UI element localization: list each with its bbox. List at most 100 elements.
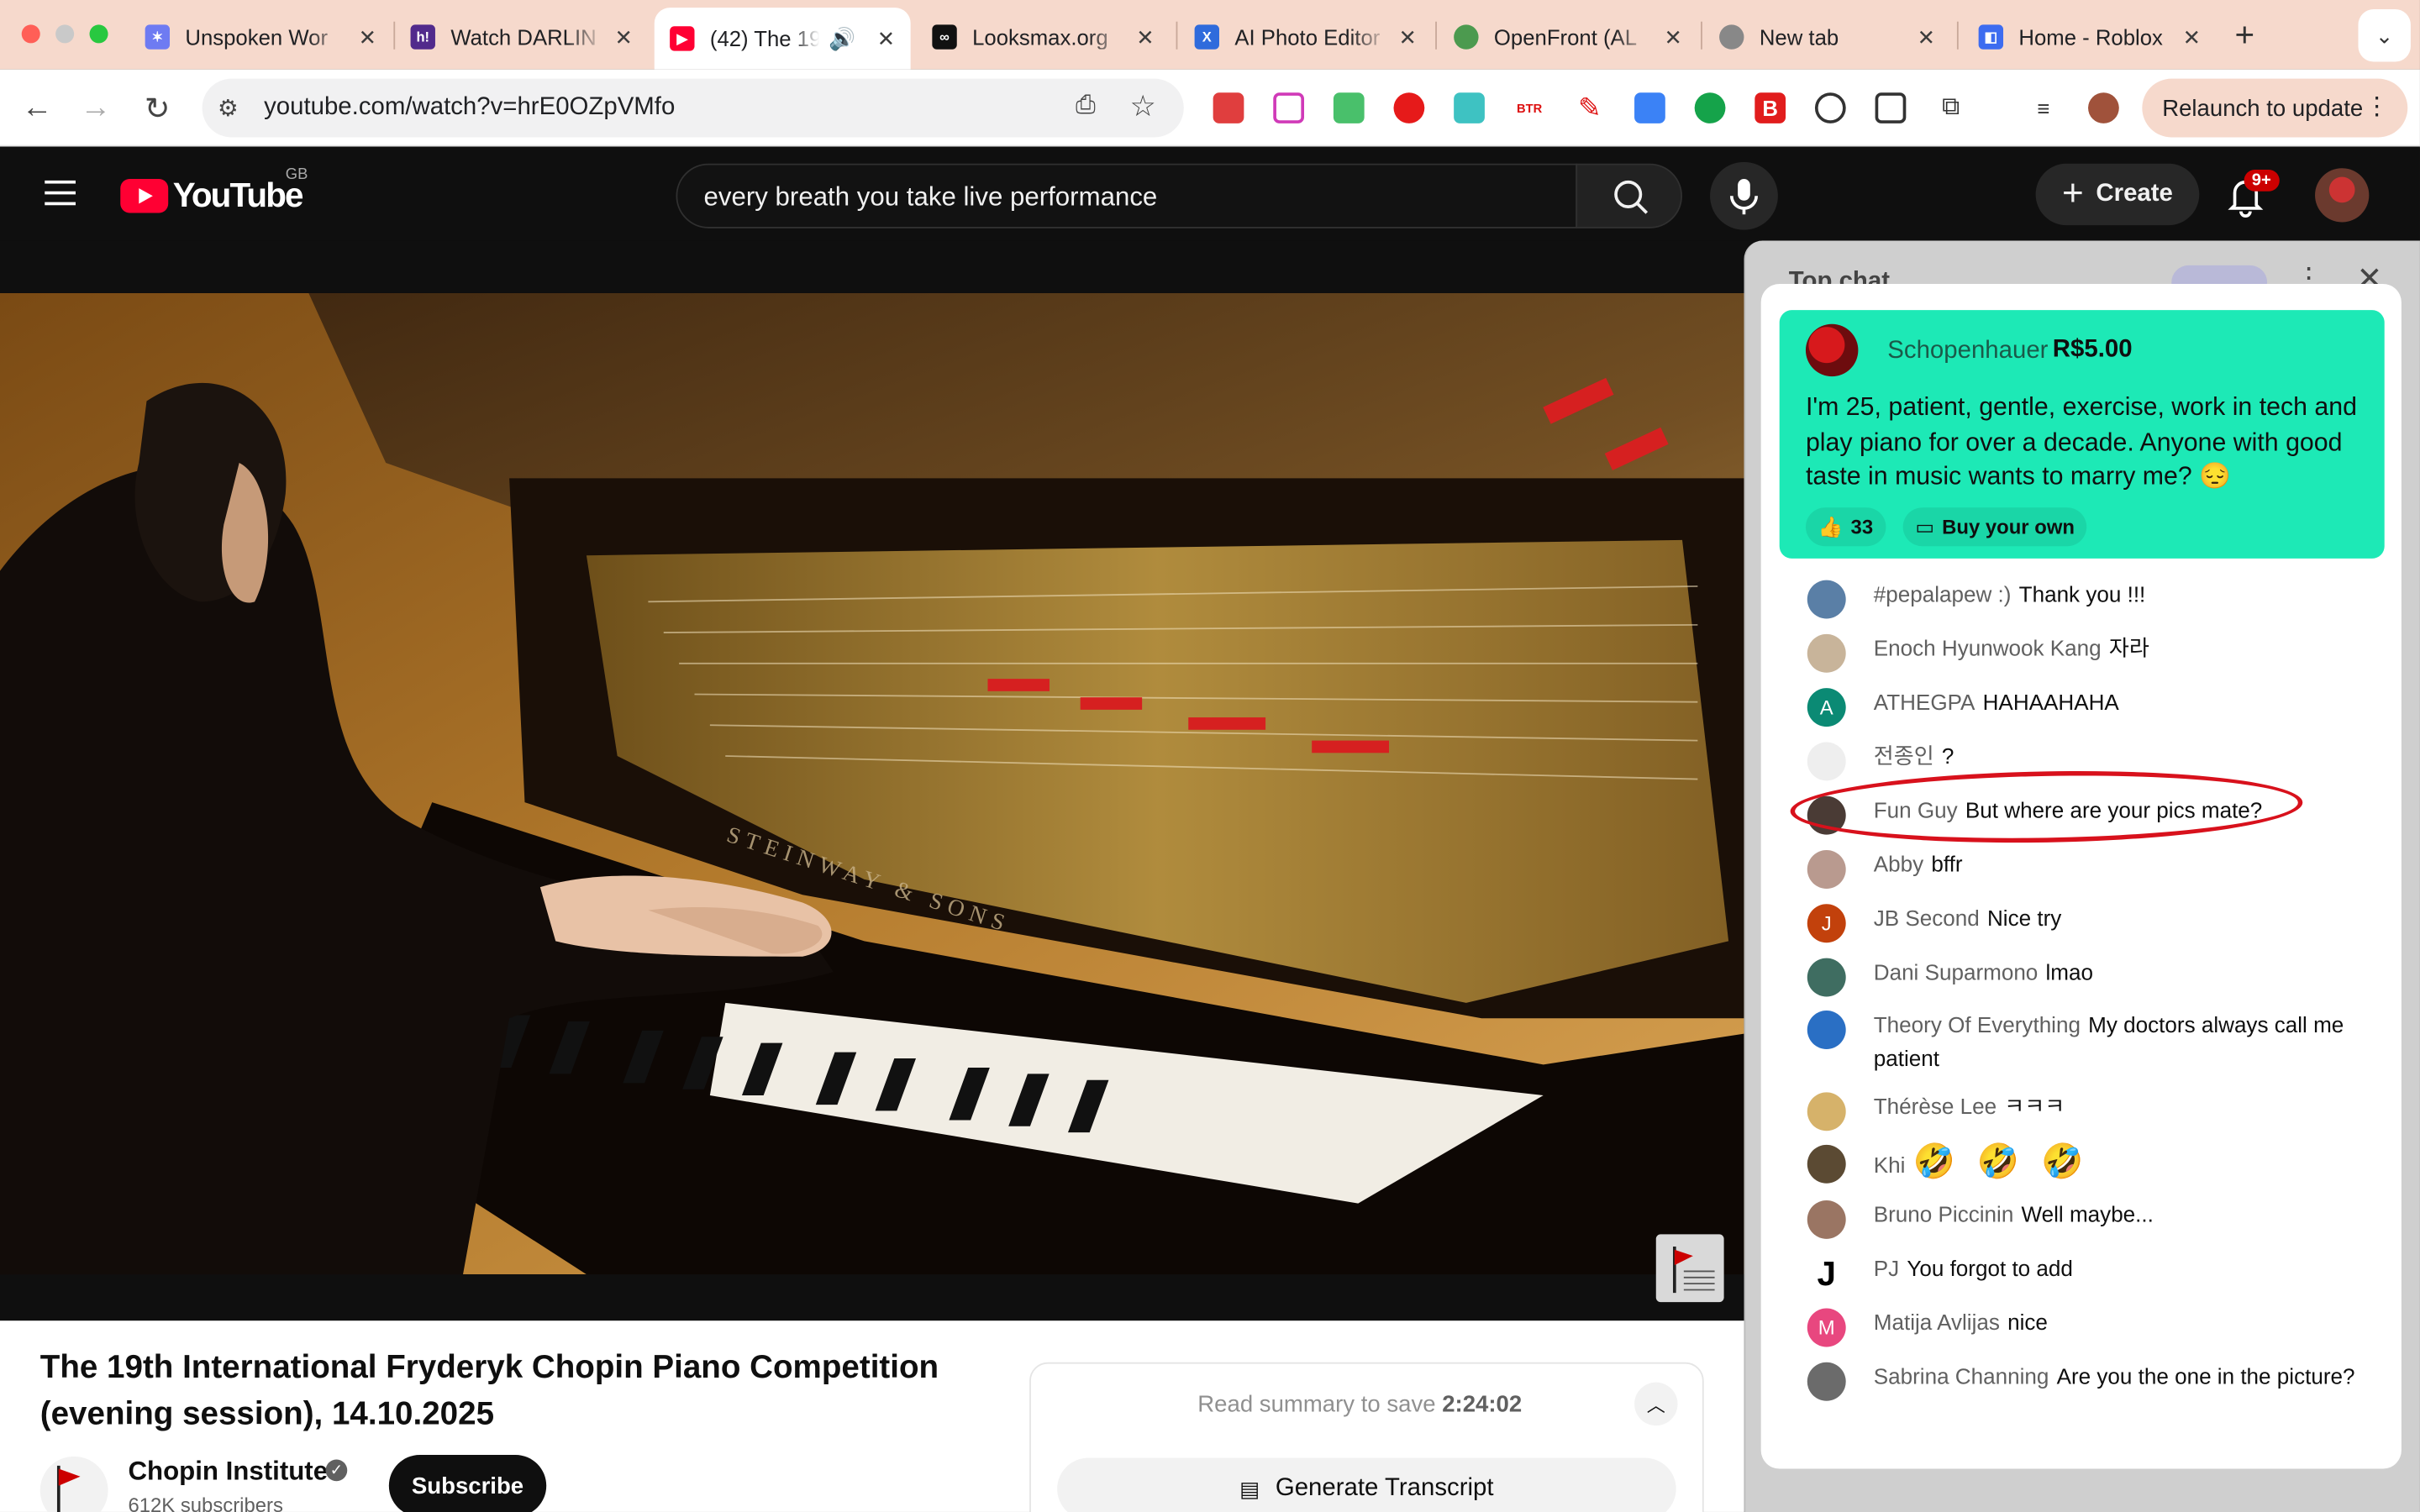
site-info-icon[interactable]: ⚙	[218, 94, 239, 122]
close-tab-icon[interactable]: ✕	[1136, 24, 1155, 50]
chat-avatar[interactable]	[1807, 1092, 1846, 1131]
close-tab-icon[interactable]: ✕	[359, 24, 377, 50]
close-window-button[interactable]	[21, 24, 40, 44]
extension-b-icon[interactable]: B	[1754, 92, 1786, 123]
chat-avatar[interactable]: A	[1807, 688, 1846, 727]
browser-tab[interactable]: ◧ Home - Roblox ✕	[1963, 9, 2216, 65]
more-vert-icon[interactable]: ⋮	[2365, 91, 2389, 122]
extension-face-icon[interactable]	[1454, 92, 1485, 123]
chat-avatar[interactable]	[1807, 1011, 1846, 1049]
chat-avatar[interactable]	[1807, 850, 1846, 889]
browser-tab[interactable]: New tab ✕	[1704, 9, 1951, 65]
chat-author[interactable]: Dani Suparmono	[1874, 961, 2039, 985]
browser-toolbar: ← → ↻ ⚙ youtube.com/watch?v=hrE0OZpVMfo …	[0, 69, 2420, 147]
install-app-icon[interactable]: ⎙	[1076, 92, 1096, 120]
search-input[interactable]: every breath you take live performance	[676, 163, 1578, 228]
zoom-window-button[interactable]	[89, 24, 108, 44]
reload-icon[interactable]: ↻	[137, 88, 177, 129]
generate-transcript-button[interactable]: ▤ Generate Transcript	[1057, 1457, 1676, 1512]
minimize-window-button[interactable]	[55, 24, 75, 44]
chat-avatar[interactable]	[1807, 580, 1846, 619]
like-button[interactable]: 👍 33	[1805, 507, 1886, 547]
account-avatar[interactable]	[2315, 168, 2370, 223]
chat-author[interactable]: Thérèse Lee	[1874, 1095, 1996, 1120]
chat-author[interactable]: JB Second	[1874, 907, 1980, 932]
chat-author[interactable]: Theory Of Everything	[1874, 1014, 2081, 1038]
transcript-label: Generate Transcript	[1275, 1474, 1494, 1502]
chat-author[interactable]: Abby	[1874, 853, 1923, 878]
close-tab-icon[interactable]: ✕	[1399, 24, 1418, 50]
extensions-puzzle-icon[interactable]: ⧉	[1935, 92, 1966, 123]
chat-avatar[interactable]	[1807, 742, 1846, 781]
superchat-avatar[interactable]	[1805, 323, 1859, 377]
extension-grammarly-icon[interactable]	[1694, 92, 1726, 123]
browser-tab[interactable]: h! Watch DARLIN ✕	[395, 9, 648, 65]
close-tab-icon[interactable]: ✕	[1918, 24, 1936, 50]
buy-your-own-button[interactable]: ▭ Buy your own	[1902, 507, 2087, 547]
close-tab-icon[interactable]: ✕	[2183, 24, 2202, 50]
extension-chat-icon[interactable]	[1634, 92, 1665, 123]
extension-btr-icon[interactable]: BTR	[1513, 92, 1545, 123]
chat-avatar[interactable]	[1807, 1200, 1846, 1239]
tab-search-chevron-icon[interactable]: ⌄	[2358, 9, 2411, 62]
chat-author[interactable]: Bruno Piccinin	[1874, 1204, 2014, 1228]
chat-message: Sabrina Channing Are you the one in the p…	[1807, 1362, 2379, 1401]
chat-author[interactable]: PJ	[1874, 1257, 1899, 1282]
chat-avatar[interactable]	[1807, 633, 1846, 673]
chat-avatar[interactable]: J	[1807, 904, 1846, 943]
bookmark-star-icon[interactable]: ☆	[1129, 90, 1155, 125]
chat-avatar[interactable]	[1807, 1362, 1846, 1401]
video-player[interactable]: STEINWAY & SONS	[0, 292, 1744, 1275]
address-bar[interactable]: ⚙ youtube.com/watch?v=hrE0OZpVMfo ⎙ ☆	[202, 78, 1184, 138]
browser-tab[interactable]: X AI Photo Editor ✕	[1179, 9, 1432, 65]
relaunch-button[interactable]: Relaunch to update ⋮	[2142, 78, 2408, 138]
chat-author[interactable]: Enoch Hyunwook Kang	[1874, 638, 2102, 662]
browser-tab[interactable]: ✶ Unspoken Wor ✕	[129, 9, 392, 65]
forward-icon[interactable]: →	[76, 88, 116, 129]
chat-avatar[interactable]	[1807, 1144, 1846, 1184]
search-icon	[1614, 180, 1649, 214]
extension-stack-icon[interactable]	[1213, 92, 1244, 123]
extension-pen-icon[interactable]: ✎	[1574, 92, 1606, 123]
youtube-logo[interactable]: YouTube GB	[120, 166, 308, 216]
superchat-author[interactable]: Schopenhauer	[1887, 338, 2048, 365]
extension-green-icon[interactable]	[1333, 92, 1365, 123]
chat-author[interactable]: ATHEGPA	[1874, 691, 1975, 716]
chopin-institute-watermark-icon	[1655, 1234, 1724, 1303]
chat-author[interactable]: 전종인	[1874, 745, 1934, 769]
speaker-icon[interactable]: 🔊	[829, 25, 855, 51]
chat-author[interactable]: Sabrina Channing	[1874, 1365, 2049, 1389]
search-button[interactable]	[1576, 163, 1683, 228]
ai-photo-favicon-icon: X	[1194, 24, 1219, 50]
extension-screenshot-icon[interactable]	[1875, 92, 1907, 123]
menu-icon[interactable]	[45, 180, 76, 206]
close-tab-icon[interactable]: ✕	[614, 24, 633, 50]
chat-text: 자라	[2108, 637, 2149, 662]
new-tab-icon[interactable]: +	[2235, 15, 2255, 55]
chat-author[interactable]: #pepalapew :)	[1874, 583, 2012, 607]
profile-avatar-icon[interactable]	[2088, 92, 2119, 123]
chat-avatar[interactable]	[1807, 958, 1846, 997]
collapse-chevron-icon[interactable]: ︿	[1634, 1382, 1678, 1426]
close-tab-icon[interactable]: ✕	[1664, 24, 1682, 50]
chat-author[interactable]: Matija Avlijas	[1874, 1311, 2000, 1336]
youtube-favicon-icon: ▶	[670, 26, 695, 51]
chat-author[interactable]: Khi	[1874, 1154, 1906, 1179]
extension-play-icon[interactable]	[1273, 92, 1305, 123]
extension-translate-icon[interactable]	[1814, 92, 1846, 123]
create-button[interactable]: + Create	[2035, 163, 2200, 226]
channel-avatar[interactable]	[39, 1456, 108, 1512]
subscribe-button[interactable]: Subscribe	[388, 1455, 547, 1512]
browser-tab[interactable]: OpenFront (AL ✕	[1439, 9, 1698, 65]
channel-name[interactable]: Chopin Institute	[128, 1457, 328, 1488]
back-icon[interactable]: ←	[17, 88, 57, 129]
extension-record-icon[interactable]	[1393, 92, 1425, 123]
voice-search-button[interactable]	[1710, 161, 1778, 230]
chat-avatar[interactable]: M	[1807, 1308, 1846, 1347]
close-tab-icon[interactable]: ✕	[877, 25, 896, 51]
chat-avatar[interactable]: J	[1807, 1254, 1846, 1294]
browser-tab[interactable]: ∞ Looksmax.org ✕	[917, 9, 1170, 65]
media-controls-icon[interactable]: ≡	[2028, 92, 2060, 123]
browser-tab-active[interactable]: ▶ (42) The 19 🔊 ✕	[654, 8, 911, 70]
chat-text: 🤣 🤣 🤣	[1912, 1142, 2090, 1181]
